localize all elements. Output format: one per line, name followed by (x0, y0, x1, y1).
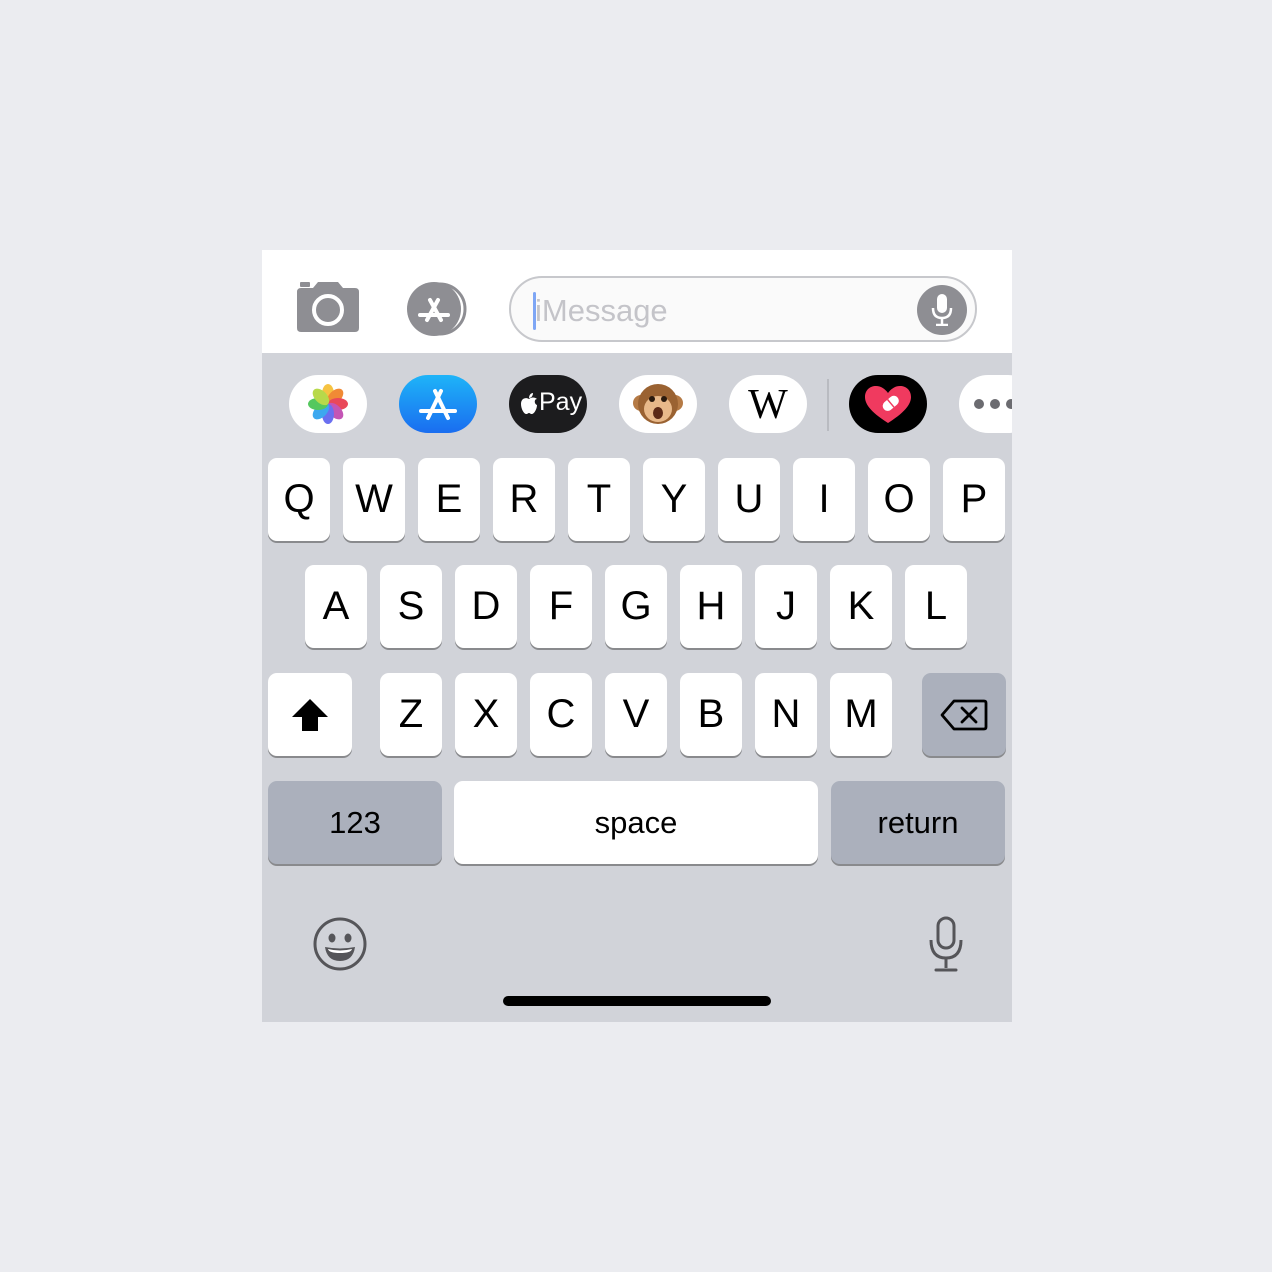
shift-arrow-icon (292, 698, 328, 731)
microphone-icon (931, 294, 953, 326)
audio-message-button[interactable] (917, 285, 967, 335)
key-f[interactable]: F (530, 565, 592, 648)
wikipedia-logo: W (748, 382, 788, 428)
messages-keyboard-area: Pay W (262, 250, 1012, 1022)
imessage-app-drawer: Pay W (262, 353, 1012, 450)
emoji-face-icon (313, 917, 367, 971)
heart-icon (865, 386, 911, 423)
apple-logo-icon (521, 393, 537, 414)
key-w[interactable]: W (343, 458, 405, 541)
microphone-icon (929, 916, 963, 972)
monkey-animoji-icon (633, 384, 683, 424)
key-n[interactable]: N (755, 673, 817, 756)
app-store-icon (419, 389, 457, 420)
app-store-icon (407, 282, 467, 336)
camera-icon (297, 282, 359, 332)
emoji-keyboard-button[interactable] (312, 916, 368, 972)
backspace-icon (940, 699, 988, 730)
key-e[interactable]: E (418, 458, 480, 541)
apple-pay-label: Pay (539, 388, 583, 416)
more-dots-icon (974, 399, 1012, 409)
dictation-button[interactable] (926, 916, 966, 974)
key-o[interactable]: O (868, 458, 930, 541)
key-y[interactable]: Y (643, 458, 705, 541)
apple-pay-app-button[interactable]: Pay (509, 375, 587, 433)
delete-key[interactable] (922, 673, 1006, 756)
key-x[interactable]: X (455, 673, 517, 756)
key-d[interactable]: D (455, 565, 517, 648)
key-j[interactable]: J (755, 565, 817, 648)
digital-touch-app-button[interactable] (849, 375, 927, 433)
key-k[interactable]: K (830, 565, 892, 648)
key-p[interactable]: P (943, 458, 1005, 541)
more-apps-button[interactable] (959, 375, 1012, 433)
app-strip-divider (827, 379, 829, 431)
return-key[interactable]: return (831, 781, 1005, 864)
key-u[interactable]: U (718, 458, 780, 541)
message-input-wrapper (509, 276, 977, 342)
app-store-toggle-button[interactable] (402, 282, 476, 336)
key-m[interactable]: M (830, 673, 892, 756)
key-t[interactable]: T (568, 458, 630, 541)
wikipedia-app-button[interactable]: W (729, 375, 807, 433)
key-i[interactable]: I (793, 458, 855, 541)
key-v[interactable]: V (605, 673, 667, 756)
compose-bar (262, 250, 1012, 353)
key-c[interactable]: C (530, 673, 592, 756)
photos-icon (308, 384, 348, 424)
numbers-key[interactable]: 123 (268, 781, 442, 864)
key-g[interactable]: G (605, 565, 667, 648)
message-input[interactable] (533, 286, 907, 336)
app-store-app-button[interactable] (399, 375, 477, 433)
space-key[interactable]: space (454, 781, 818, 864)
photos-app-button[interactable] (289, 375, 367, 433)
key-s[interactable]: S (380, 565, 442, 648)
camera-button[interactable] (295, 280, 361, 334)
key-b[interactable]: B (680, 673, 742, 756)
key-a[interactable]: A (305, 565, 367, 648)
key-r[interactable]: R (493, 458, 555, 541)
key-z[interactable]: Z (380, 673, 442, 756)
key-h[interactable]: H (680, 565, 742, 648)
animoji-app-button[interactable] (619, 375, 697, 433)
shift-key[interactable] (268, 673, 352, 756)
home-indicator[interactable] (503, 996, 771, 1006)
key-q[interactable]: Q (268, 458, 330, 541)
key-l[interactable]: L (905, 565, 967, 648)
